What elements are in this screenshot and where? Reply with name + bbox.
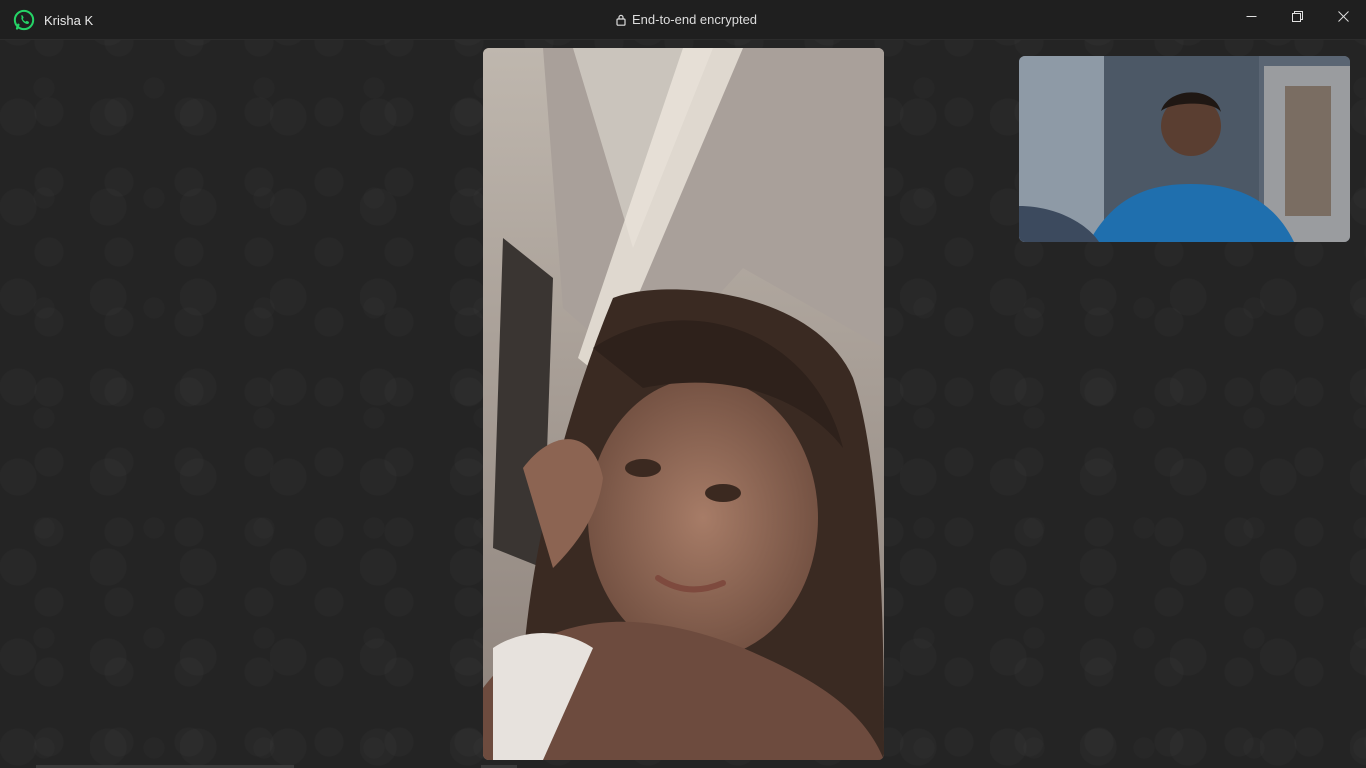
title-bar: Krisha K End-to-end encrypted	[0, 0, 1366, 40]
minimize-icon	[1246, 15, 1256, 17]
remote-participant-video[interactable]	[483, 48, 884, 760]
self-video-frame	[1019, 56, 1350, 242]
remote-video-frame	[483, 48, 884, 760]
whatsapp-icon	[13, 9, 35, 31]
self-preview-video[interactable]	[1019, 56, 1350, 242]
lock-icon	[616, 14, 626, 26]
encryption-indicator: End-to-end encrypted	[616, 12, 757, 27]
close-button[interactable]	[1320, 0, 1366, 32]
video-call-window: Krisha K End-to-end encrypted	[0, 0, 1366, 768]
encryption-label: End-to-end encrypted	[632, 12, 758, 27]
close-icon	[1337, 10, 1349, 22]
restore-icon	[1291, 10, 1303, 22]
minimize-button[interactable]	[1228, 0, 1274, 32]
restore-button[interactable]	[1274, 0, 1320, 32]
contact-name: Krisha K	[44, 13, 94, 28]
